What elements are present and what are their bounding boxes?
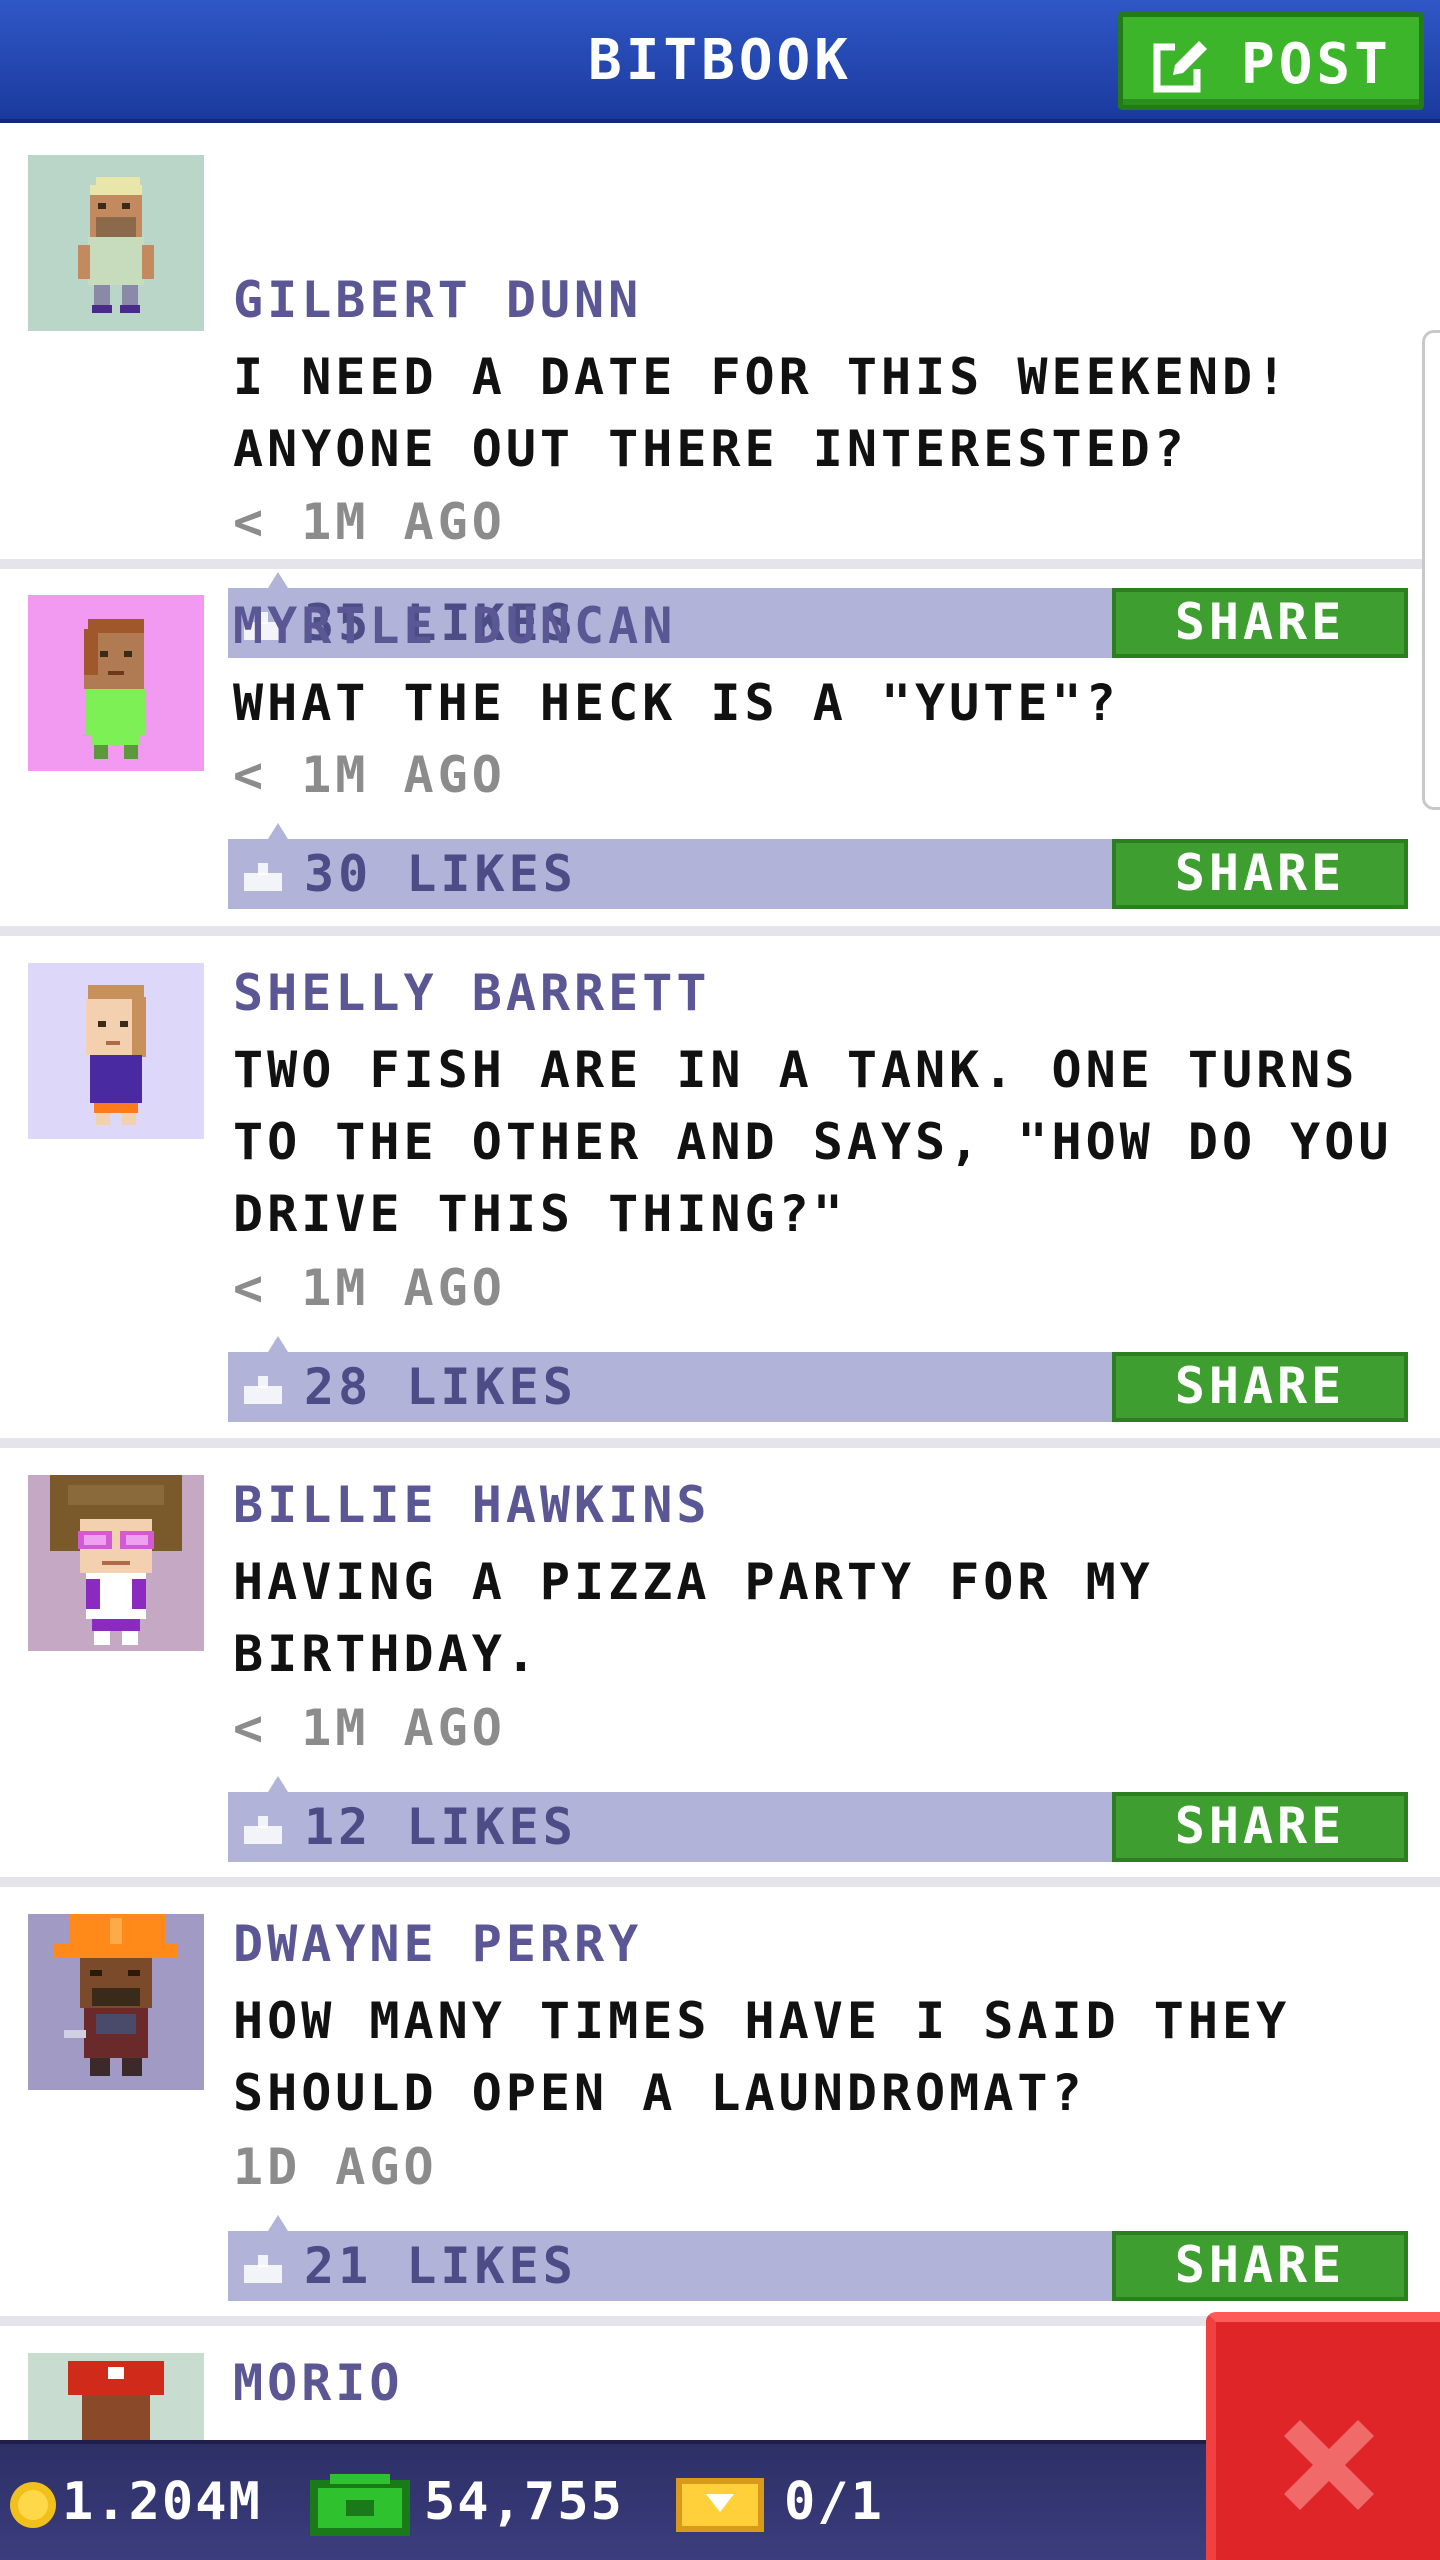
scroll-indicator[interactable] xyxy=(1422,330,1440,810)
divider xyxy=(0,926,1440,936)
app-header: BITBOOK POST xyxy=(0,0,1440,123)
avatar xyxy=(28,155,204,331)
feed-post: GILBERT DUNN I NEED A DATE FOR THIS WEEK… xyxy=(0,127,1440,658)
post-time: < 1M AGO xyxy=(233,1259,506,1317)
thumbs-up-icon[interactable] xyxy=(244,861,282,891)
like-count: 12 LIKES xyxy=(304,1798,577,1856)
post-message: I NEED A DATE FOR THIS WEEKEND! ANYONE O… xyxy=(233,348,1291,478)
like-bar: 30 LIKES SHARE xyxy=(228,823,1408,909)
thumbs-up-icon[interactable] xyxy=(244,1814,282,1844)
post-author[interactable]: MYRTLE DUNCAN xyxy=(233,596,676,656)
thumbs-up-icon[interactable] xyxy=(244,1374,282,1404)
avatar xyxy=(28,2353,204,2440)
post-author[interactable]: DWAYNE PERRY xyxy=(233,1914,642,1974)
feed-post: SHELLY BARRETT TWO FISH ARE IN A TANK. O… xyxy=(0,936,1440,1436)
feed-post: MYRTLE DUNCAN WHAT THE HECK IS A "YUTE"?… xyxy=(0,569,1440,924)
post-message: HAVING A PIZZA PARTY FOR MY BIRTHDAY. xyxy=(233,1553,1154,1683)
close-button[interactable] xyxy=(1206,2312,1440,2560)
close-icon xyxy=(1284,2420,1374,2510)
divider xyxy=(0,559,1440,569)
ticket-count: 0/1 xyxy=(784,2472,884,2532)
avatar xyxy=(28,595,204,771)
post-author[interactable]: MORIO xyxy=(233,2353,404,2413)
feed-post: DWAYNE PERRY HOW MANY TIMES HAVE I SAID … xyxy=(0,1887,1440,2314)
post-author[interactable]: SHELLY BARRETT xyxy=(233,963,710,1023)
coin-balance: 1.204M xyxy=(62,2472,262,2532)
thumbs-up-icon[interactable] xyxy=(244,2253,282,2283)
like-count: 21 LIKES xyxy=(304,2237,577,2295)
like-count: 30 LIKES xyxy=(304,845,577,903)
cash-balance: 54,755 xyxy=(424,2472,624,2532)
like-bar: 21 LIKES SHARE xyxy=(228,2215,1408,2301)
like-bar: 28 LIKES SHARE xyxy=(228,1336,1408,1422)
coin-icon xyxy=(10,2482,56,2528)
post-button-label: POST xyxy=(1241,32,1392,97)
share-button[interactable]: SHARE xyxy=(1112,2231,1408,2301)
like-count: 28 LIKES xyxy=(304,1358,577,1416)
post-message: WHAT THE HECK IS A "YUTE"? xyxy=(233,674,1120,732)
avatar xyxy=(28,1914,204,2090)
post-author[interactable]: GILBERT DUNN xyxy=(233,270,642,330)
ticket-icon xyxy=(676,2478,764,2532)
divider xyxy=(0,1438,1440,1448)
avatar xyxy=(28,963,204,1139)
avatar xyxy=(28,1475,204,1651)
post-button[interactable]: POST xyxy=(1118,12,1424,110)
feed-post: BILLIE HAWKINS HAVING A PIZZA PARTY FOR … xyxy=(0,1448,1440,1875)
news-feed[interactable]: GILBERT DUNN I NEED A DATE FOR THIS WEEK… xyxy=(0,127,1440,2440)
post-message: TWO FISH ARE IN A TANK. ONE TURNS TO THE… xyxy=(233,1041,1393,1243)
post-message: HOW MANY TIMES HAVE I SAID THEY SHOULD O… xyxy=(233,1992,1291,2122)
cash-icon xyxy=(310,2474,410,2536)
divider xyxy=(0,1877,1440,1887)
like-bar: 12 LIKES SHARE xyxy=(228,1776,1408,1862)
share-button[interactable]: SHARE xyxy=(1112,1792,1408,1862)
post-time: < 1M AGO xyxy=(233,1699,506,1757)
share-button[interactable]: SHARE xyxy=(1112,839,1408,909)
post-author[interactable]: BILLIE HAWKINS xyxy=(233,1475,710,1535)
post-time: < 1M AGO xyxy=(233,493,506,551)
post-time: 1D AGO xyxy=(233,2138,438,2196)
share-button[interactable]: SHARE xyxy=(1112,1352,1408,1422)
post-time: < 1M AGO xyxy=(233,746,506,804)
edit-icon xyxy=(1153,39,1211,93)
